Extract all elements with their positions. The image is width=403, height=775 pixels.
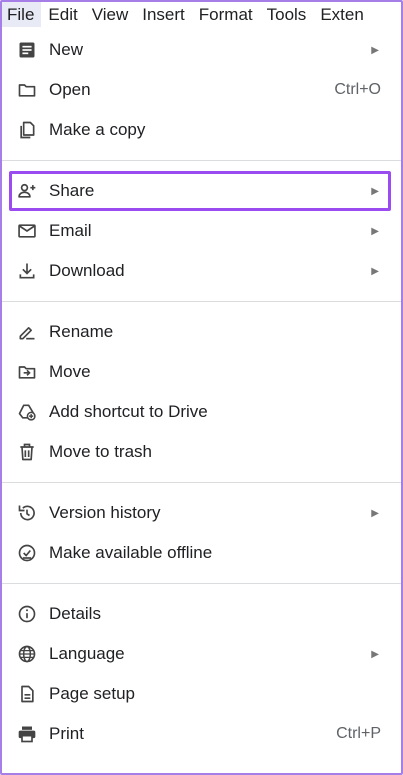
- menu-item-label: Download: [49, 261, 125, 280]
- menu-item-label: Move to trash: [49, 442, 152, 461]
- menu-item-label: Version history: [49, 503, 161, 522]
- menu-item-details[interactable]: Details: [2, 594, 401, 634]
- printer-icon: [16, 723, 38, 745]
- menu-item-label: Make a copy: [49, 120, 146, 139]
- info-icon: [16, 603, 38, 625]
- menu-item-label: New: [49, 40, 84, 59]
- page-icon: [16, 683, 38, 705]
- mail-icon: [16, 220, 38, 242]
- submenu-arrow-icon: ▶: [371, 507, 379, 519]
- menubar-file[interactable]: File: [2, 2, 42, 27]
- submenu-arrow-icon: ▶: [371, 44, 379, 56]
- menu-item-share[interactable]: Share ▶: [9, 171, 391, 211]
- drive-add-icon: [16, 401, 38, 423]
- menu-item-open[interactable]: Open Ctrl+O: [2, 70, 401, 110]
- menu-item-language[interactable]: Language ▶: [2, 634, 401, 674]
- menubar-view[interactable]: View: [85, 2, 136, 27]
- menu-item-download[interactable]: Download ▶: [2, 251, 401, 291]
- menu-bar: File Edit View Insert Format Tools Exten: [2, 2, 401, 27]
- copy-icon: [16, 119, 38, 141]
- menu-item-email[interactable]: Email ▶: [2, 211, 401, 251]
- menubar-edit[interactable]: Edit: [41, 2, 84, 27]
- menu-item-print[interactable]: Print Ctrl+P: [2, 714, 401, 754]
- menu-screenshot-frame: File Edit View Insert Format Tools Exten…: [0, 0, 403, 775]
- menu-item-label: Rename: [49, 322, 114, 341]
- submenu-arrow-icon: ▶: [371, 185, 379, 197]
- submenu-arrow-icon: ▶: [371, 225, 379, 237]
- edit-icon: [16, 321, 38, 343]
- submenu-arrow-icon: ▶: [371, 648, 379, 660]
- menu-item-add-shortcut[interactable]: Add shortcut to Drive: [2, 392, 401, 432]
- trash-icon: [16, 441, 38, 463]
- menu-item-label: Page setup: [49, 684, 136, 703]
- menubar-tools[interactable]: Tools: [260, 2, 314, 27]
- menu-item-offline[interactable]: Make available offline: [2, 533, 401, 573]
- offline-check-icon: [16, 542, 38, 564]
- menu-item-label: Language: [49, 644, 125, 663]
- history-icon: [16, 502, 38, 524]
- move-folder-icon: [16, 361, 38, 383]
- menubar-extensions[interactable]: Exten: [313, 2, 370, 27]
- menu-item-version-history[interactable]: Version history ▶: [2, 493, 401, 533]
- menu-item-label: Add shortcut to Drive: [49, 402, 208, 421]
- menu-divider: [2, 583, 401, 584]
- menu-item-page-setup[interactable]: Page setup: [2, 674, 401, 714]
- menu-item-label: Details: [49, 604, 101, 623]
- menu-item-make-copy[interactable]: Make a copy: [2, 110, 401, 150]
- document-icon: [16, 39, 38, 61]
- menu-divider: [2, 160, 401, 161]
- menu-item-move[interactable]: Move: [2, 352, 401, 392]
- person-add-icon: [16, 180, 38, 202]
- file-menu: New ▶ Open Ctrl+O Make a copy Share ▶ Em…: [2, 30, 401, 754]
- menubar-format[interactable]: Format: [192, 2, 260, 27]
- menu-item-label: Move: [49, 362, 91, 381]
- menu-divider: [2, 482, 401, 483]
- submenu-arrow-icon: ▶: [371, 265, 379, 277]
- shortcut-text: Ctrl+P: [336, 725, 381, 742]
- menu-divider: [2, 301, 401, 302]
- menu-item-rename[interactable]: Rename: [2, 312, 401, 352]
- download-icon: [16, 260, 38, 282]
- menu-item-label: Make available offline: [49, 543, 213, 562]
- menu-item-label: Share: [49, 181, 95, 200]
- menu-item-new[interactable]: New ▶: [2, 30, 401, 70]
- shortcut-text: Ctrl+O: [334, 81, 381, 98]
- folder-icon: [16, 79, 38, 101]
- menu-item-trash[interactable]: Move to trash: [2, 432, 401, 472]
- menubar-insert[interactable]: Insert: [135, 2, 192, 27]
- menu-item-label: Email: [49, 221, 92, 240]
- globe-icon: [16, 643, 38, 665]
